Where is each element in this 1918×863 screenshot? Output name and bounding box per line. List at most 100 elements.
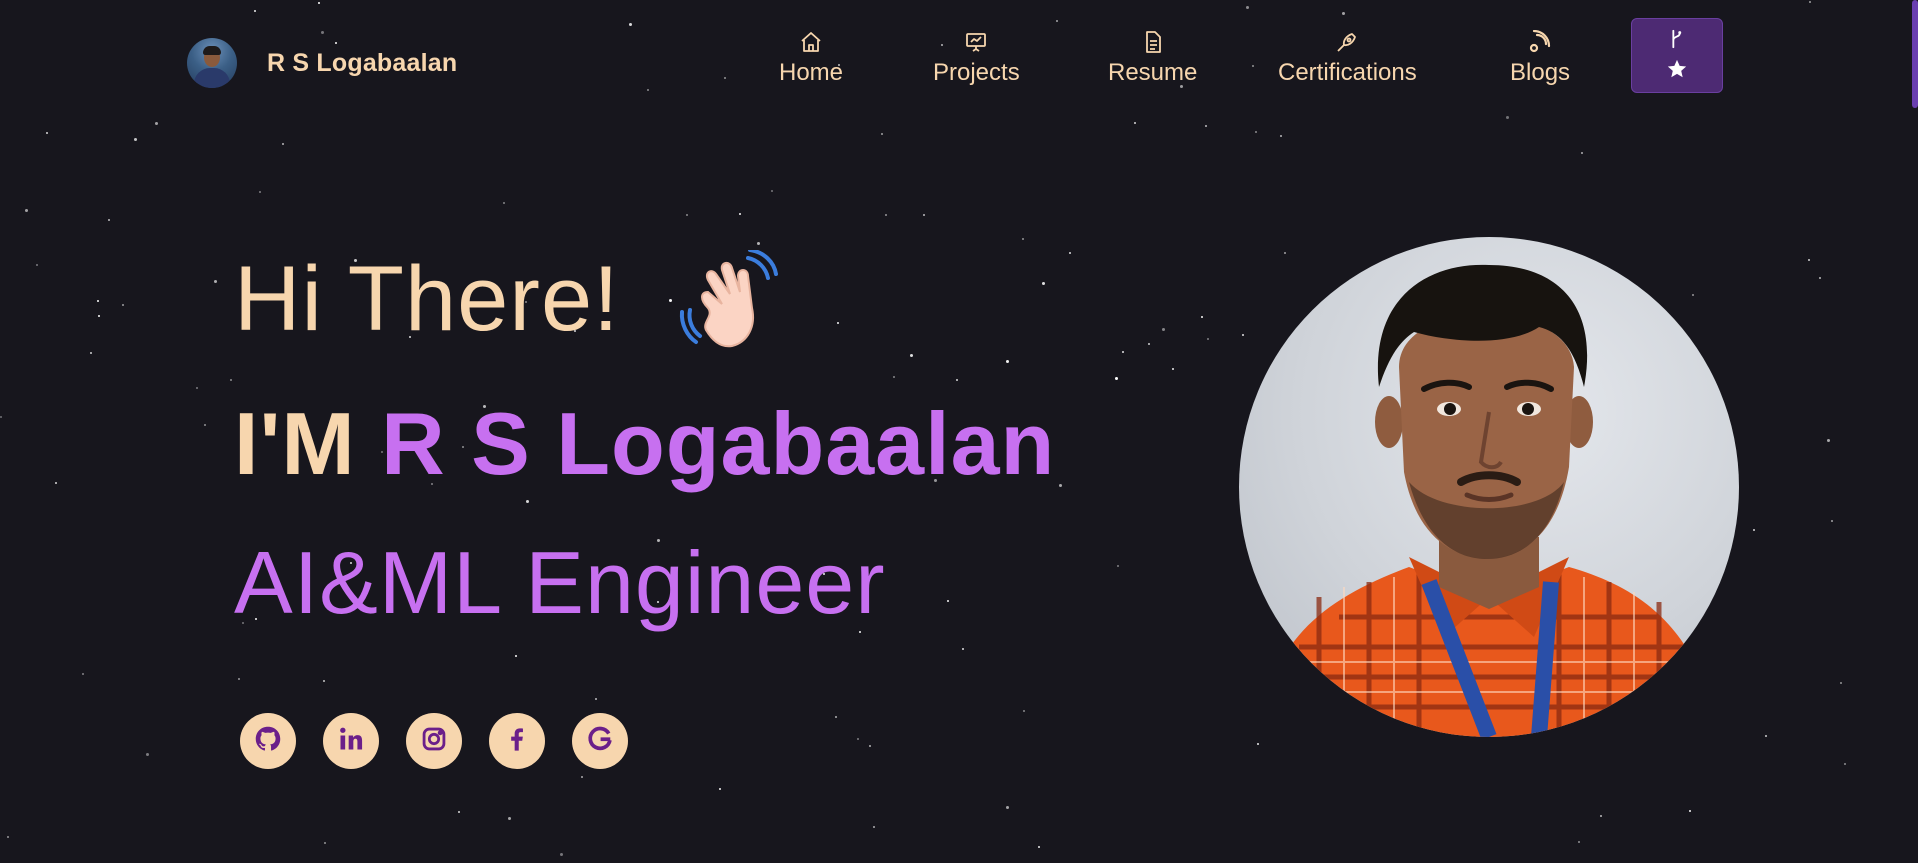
star-dot	[55, 482, 57, 484]
star-dot	[739, 213, 741, 215]
home-icon	[799, 30, 823, 54]
google-link[interactable]	[572, 713, 628, 769]
nav-label-home: Home	[779, 59, 844, 86]
star-dot	[910, 354, 913, 357]
star-dot	[1840, 682, 1842, 684]
star-dot	[1059, 484, 1062, 487]
git-branch-icon	[1666, 28, 1688, 54]
star-dot	[36, 264, 38, 266]
star-dot	[323, 680, 325, 682]
nav-item-certifications[interactable]: Certifications	[1278, 30, 1417, 87]
star-dot	[155, 122, 158, 125]
facebook-icon	[503, 725, 531, 757]
star-dot	[146, 753, 149, 756]
brand-name: R S Logabaalan	[267, 48, 458, 77]
star-dot	[1117, 565, 1119, 567]
nav-label-certifications: Certifications	[1278, 59, 1417, 86]
star-dot	[1207, 338, 1209, 340]
star-dot	[1692, 294, 1694, 296]
star-dot	[1042, 282, 1045, 285]
linkedin-icon	[337, 725, 365, 757]
greeting-heading: Hi There!	[234, 248, 620, 350]
intro-prefix: I'M	[234, 394, 356, 493]
linkedin-link[interactable]	[323, 713, 379, 769]
star-dot	[1257, 743, 1259, 745]
star-dot	[259, 191, 261, 193]
instagram-link[interactable]	[406, 713, 462, 769]
star-dot	[1753, 529, 1755, 531]
star-dot	[503, 202, 505, 204]
star-dot	[669, 299, 672, 302]
star-dot	[1284, 252, 1286, 254]
waving-hand-icon	[678, 248, 782, 354]
scrollbar-thumb[interactable]	[1912, 0, 1918, 108]
nav-item-resume[interactable]: Resume	[1108, 30, 1197, 87]
presentation-icon	[964, 30, 988, 54]
star-dot	[1242, 334, 1244, 336]
star-dot	[82, 673, 84, 675]
social-links	[240, 713, 655, 769]
star-dot	[923, 214, 925, 216]
star-dot	[25, 209, 28, 212]
star-dot	[282, 143, 284, 145]
star-dot	[1844, 763, 1846, 765]
star-dot	[1689, 810, 1691, 812]
star-dot	[238, 678, 240, 680]
star-dot	[1255, 131, 1257, 133]
star-dot	[97, 300, 99, 302]
star-dot	[873, 826, 875, 828]
profile-photo	[1239, 237, 1739, 737]
star-dot	[46, 132, 48, 134]
star-dot	[560, 853, 563, 856]
star-dot	[757, 242, 760, 245]
star-dot	[857, 738, 859, 740]
nav-label-resume: Resume	[1108, 59, 1198, 86]
star-dot	[1765, 735, 1767, 737]
star-dot	[869, 745, 871, 747]
intro-name: R S Logabaalan	[381, 394, 1056, 493]
star-dot	[90, 352, 92, 354]
nav-item-home[interactable]: Home	[779, 30, 843, 87]
star-dot	[1069, 252, 1071, 254]
star-icon	[1666, 58, 1688, 84]
star-dot	[134, 138, 137, 141]
blog-icon	[1528, 30, 1552, 54]
star-dot	[98, 315, 100, 317]
star-dot	[196, 387, 198, 389]
star-dot	[1578, 841, 1580, 843]
star-dot	[108, 219, 110, 221]
star-dot	[837, 322, 839, 324]
star-dot	[214, 280, 217, 283]
star-dot	[835, 716, 837, 718]
star-dot	[1038, 846, 1040, 848]
nav-item-projects[interactable]: Projects	[933, 30, 1020, 87]
star-dot	[7, 836, 9, 838]
star-dot	[230, 379, 232, 381]
role-heading: AI&ML Engineer	[234, 533, 886, 632]
navbar: R S Logabaalan Home Projects Resume Cert	[0, 0, 1918, 120]
star-dot	[881, 133, 883, 135]
star-dot	[962, 648, 964, 650]
star-dot	[1172, 368, 1174, 370]
star-dot	[458, 811, 460, 813]
star-dot	[1006, 360, 1009, 363]
facebook-link[interactable]	[489, 713, 545, 769]
pen-nib-icon	[1335, 30, 1359, 54]
intro-heading: I'M R S Logabaalan	[234, 393, 1055, 495]
google-icon	[586, 725, 614, 757]
star-dot	[1162, 328, 1165, 331]
github-link[interactable]	[240, 713, 296, 769]
star-dot	[581, 776, 583, 778]
nav-label-blogs: Blogs	[1510, 59, 1571, 86]
star-dot	[885, 214, 887, 216]
brand-link[interactable]: R S Logabaalan	[187, 38, 457, 88]
star-dot	[771, 190, 773, 192]
star-dot	[526, 500, 529, 503]
star-dot	[1808, 259, 1810, 261]
nav-item-blogs[interactable]: Blogs	[1510, 30, 1570, 87]
star-dot	[204, 424, 206, 426]
star-dot	[1831, 520, 1833, 522]
nav-label-projects: Projects	[933, 59, 1020, 86]
github-fork-star-button[interactable]	[1631, 18, 1723, 93]
star-dot	[1201, 316, 1203, 318]
